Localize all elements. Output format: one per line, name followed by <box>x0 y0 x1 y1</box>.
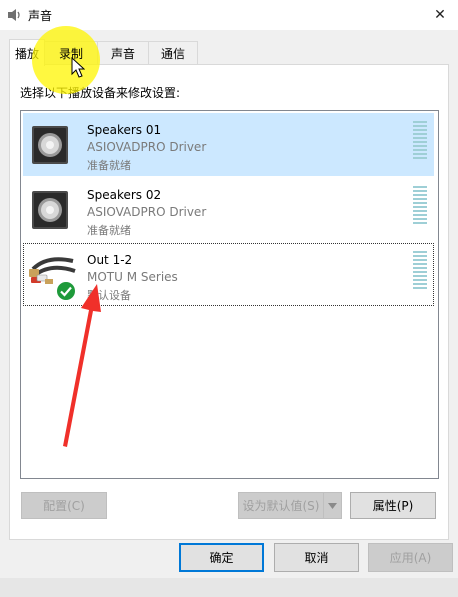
window-title: 声音 <box>28 9 53 23</box>
volume-meter <box>413 121 427 161</box>
device-name: Speakers 02 <box>87 188 162 202</box>
device-driver: ASIOVADPRO Driver <box>87 140 207 154</box>
ok-button[interactable]: 确定 <box>179 543 264 572</box>
device-name: Out 1-2 <box>87 253 133 267</box>
close-button[interactable]: ✕ <box>422 0 458 30</box>
chevron-down-icon <box>328 502 337 509</box>
device-status: 准备就绪 <box>87 224 131 237</box>
set-default-dropdown[interactable] <box>323 492 342 519</box>
mouse-cursor-icon <box>71 57 85 78</box>
cancel-button[interactable]: 取消 <box>274 543 359 572</box>
tab-label: 声音 <box>110 46 135 61</box>
annotation-arrow-icon <box>63 284 101 447</box>
properties-button[interactable]: 属性(P) <box>350 492 436 519</box>
speaker-icon <box>32 191 68 229</box>
volume-meter <box>413 186 427 226</box>
set-default-button[interactable]: 设为默认值(S) <box>238 492 324 519</box>
device-item-speakers-01[interactable]: Speakers 01 ASIOVADPRO Driver 准备就绪 <box>23 113 434 176</box>
device-item-speakers-02[interactable]: Speakers 02 ASIOVADPRO Driver 准备就绪 <box>23 178 434 241</box>
speaker-app-icon <box>8 9 20 21</box>
volume-meter <box>413 251 427 291</box>
close-icon: ✕ <box>434 7 446 23</box>
tab-communications[interactable]: 通信 <box>148 41 198 64</box>
apply-button[interactable]: 应用(A) <box>368 543 453 572</box>
tab-sounds[interactable]: 声音 <box>97 41 149 64</box>
speaker-icon <box>32 126 68 164</box>
tab-label: 通信 <box>160 46 185 61</box>
dialog-bottom-edge <box>0 578 458 597</box>
device-driver: ASIOVADPRO Driver <box>87 205 207 219</box>
device-status: 准备就绪 <box>87 159 131 172</box>
configure-button[interactable]: 配置(C) <box>21 492 107 519</box>
device-name: Speakers 01 <box>87 123 162 137</box>
